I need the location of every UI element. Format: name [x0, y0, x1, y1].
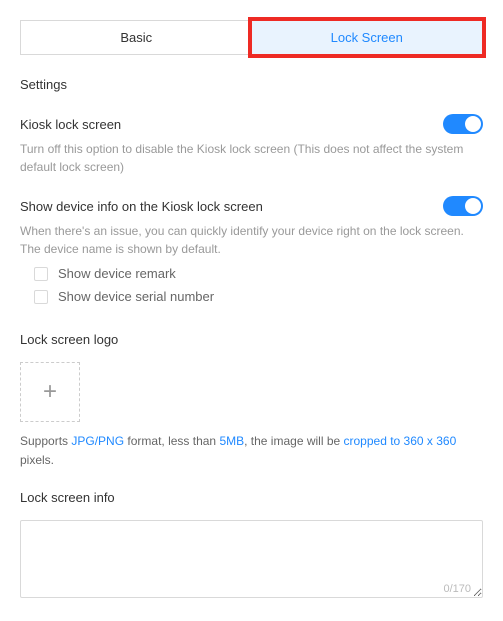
plus-icon: +	[43, 380, 57, 404]
settings-heading: Settings	[20, 77, 483, 92]
hint-text: , the image will be	[244, 434, 343, 448]
hint-format: JPG/PNG	[71, 434, 124, 448]
info-textarea-wrap: 0/170	[20, 520, 483, 601]
info-title: Lock screen info	[20, 490, 483, 505]
logo-hint: Supports JPG/PNG format, less than 5MB, …	[20, 432, 483, 470]
hint-text: pixels.	[20, 453, 54, 467]
tab-basic[interactable]: Basic	[21, 21, 252, 54]
device-info-toggle[interactable]	[443, 196, 483, 216]
hint-text: format, less than	[124, 434, 219, 448]
tab-lock-screen[interactable]: Lock Screen	[248, 17, 487, 58]
logo-upload[interactable]: +	[20, 362, 80, 422]
remark-checkbox[interactable]	[34, 267, 48, 281]
serial-checkbox[interactable]	[34, 290, 48, 304]
hint-crop: cropped to 360 x 360	[344, 434, 457, 448]
serial-label: Show device serial number	[58, 289, 214, 304]
kiosk-lock-label: Kiosk lock screen	[20, 117, 121, 132]
device-info-label: Show device info on the Kiosk lock scree…	[20, 199, 263, 214]
lock-screen-info-input[interactable]	[20, 520, 483, 598]
kiosk-lock-toggle[interactable]	[443, 114, 483, 134]
hint-size: 5MB	[219, 434, 244, 448]
serial-row: Show device serial number	[34, 289, 483, 304]
remark-label: Show device remark	[58, 266, 176, 281]
remark-row: Show device remark	[34, 266, 483, 281]
kiosk-lock-desc: Turn off this option to disable the Kios…	[20, 140, 483, 176]
device-info-desc: When there's an issue, you can quickly i…	[20, 222, 483, 258]
tabs-container: Basic Lock Screen	[20, 20, 483, 55]
kiosk-lock-row: Kiosk lock screen	[20, 114, 483, 134]
hint-text: Supports	[20, 434, 71, 448]
device-info-row: Show device info on the Kiosk lock scree…	[20, 196, 483, 216]
logo-title: Lock screen logo	[20, 332, 483, 347]
